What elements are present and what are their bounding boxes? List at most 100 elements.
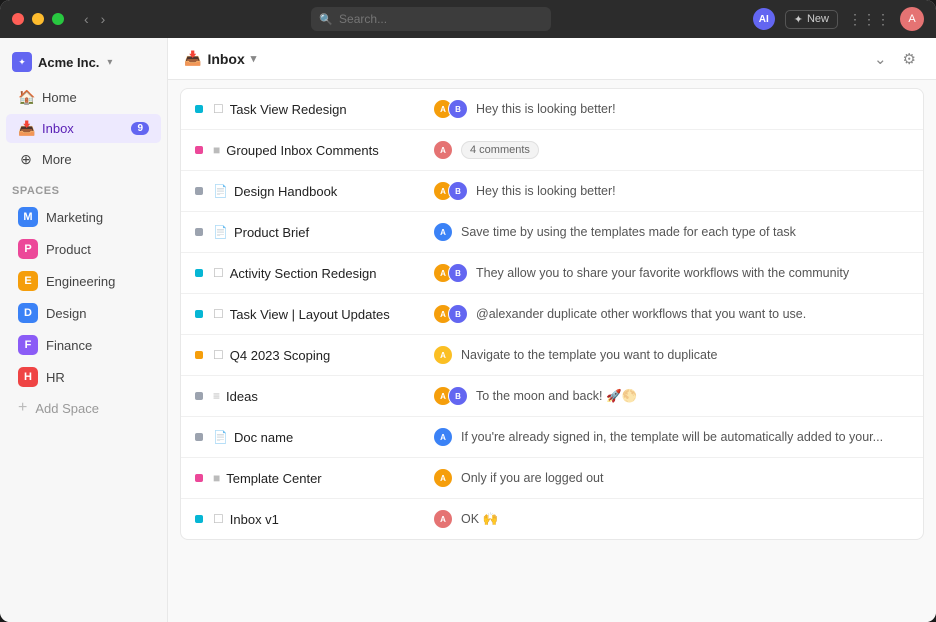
task-icon: ☐	[213, 307, 224, 321]
row-title-text: Template Center	[226, 471, 321, 486]
row-content: A B @alexander duplicate other workflows…	[433, 304, 909, 324]
row-title: ☐ Activity Section Redesign	[213, 266, 433, 281]
avatar: B	[448, 181, 468, 201]
row-message: Only if you are logged out	[461, 471, 603, 485]
space-marketing[interactable]: M Marketing	[6, 202, 161, 232]
sidebar-item-more-label: More	[42, 152, 72, 167]
row-message: Save time by using the templates made fo…	[461, 225, 796, 239]
inbox-header-icon: 📥	[184, 50, 201, 67]
space-dot-product: P	[18, 239, 38, 259]
row-title: 📄 Product Brief	[213, 225, 433, 240]
row-indicator	[195, 187, 203, 195]
user-avatar[interactable]: A	[900, 7, 924, 31]
inbox-header-label: Inbox	[207, 51, 244, 67]
search-container: 🔍	[311, 7, 551, 31]
row-title: ■ Grouped Inbox Comments	[213, 143, 433, 158]
inbox-row-task-view-redesign[interactable]: ☐ Task View Redesign A B Hey this is loo…	[181, 89, 923, 130]
space-hr[interactable]: H HR	[6, 362, 161, 392]
sidebar-item-home[interactable]: 🏠 Home	[6, 83, 161, 112]
space-finance[interactable]: F Finance	[6, 330, 161, 360]
space-product[interactable]: P Product	[6, 234, 161, 264]
comment-badge: 4 comments	[461, 141, 539, 159]
avatar: B	[448, 386, 468, 406]
row-message: Hey this is looking better!	[476, 102, 616, 116]
row-indicator	[195, 351, 203, 359]
row-content: A B They allow you to share your favorit…	[433, 263, 909, 283]
inbox-row-q4-scoping[interactable]: ☐ Q4 2023 Scoping A Navigate to the temp…	[181, 335, 923, 376]
ai-badge[interactable]: AI	[753, 8, 775, 30]
inbox-row-inbox-v1[interactable]: ☐ Inbox v1 A OK 🙌	[181, 499, 923, 539]
traffic-light-close[interactable]	[12, 13, 24, 25]
home-icon: 🏠	[18, 89, 34, 106]
avatars-group: A	[433, 222, 453, 242]
doc-icon: 📄	[213, 430, 228, 444]
space-dot-marketing: M	[18, 207, 38, 227]
row-message: OK 🙌	[461, 512, 498, 527]
sidebar-item-home-label: Home	[42, 90, 77, 105]
sidebar-item-more[interactable]: ⊕ More	[6, 145, 161, 174]
inbox-title[interactable]: 📥 Inbox ▾	[184, 50, 256, 67]
traffic-light-minimize[interactable]	[32, 13, 44, 25]
row-message: Navigate to the template you want to dup…	[461, 348, 717, 362]
row-title: ■ Template Center	[213, 471, 433, 486]
grid-icon[interactable]: ⋮⋮⋮	[848, 11, 890, 28]
inbox-list: ☐ Task View Redesign A B Hey this is loo…	[168, 80, 936, 622]
avatars-group: A B	[433, 181, 468, 201]
space-label-hr: HR	[46, 370, 65, 385]
workspace-selector[interactable]: ✦ Acme Inc. ▾	[0, 48, 167, 82]
avatar: A	[433, 509, 453, 529]
inbox-row-task-view-layout[interactable]: ☐ Task View | Layout Updates A B @alexan…	[181, 294, 923, 335]
space-label-engineering: Engineering	[46, 274, 115, 289]
space-dot-finance: F	[18, 335, 38, 355]
traffic-light-fullscreen[interactable]	[52, 13, 64, 25]
avatar: B	[448, 263, 468, 283]
row-title-text: Activity Section Redesign	[230, 266, 377, 281]
space-label-marketing: Marketing	[46, 210, 103, 225]
content-header: 📥 Inbox ▾ ⌄ ⚙	[168, 38, 936, 80]
task-icon: ■	[213, 143, 220, 157]
row-title-text: Task View | Layout Updates	[230, 307, 390, 322]
row-indicator	[195, 392, 203, 400]
row-title-text: Doc name	[234, 430, 293, 445]
inbox-icon: 📥	[18, 120, 34, 137]
settings-button[interactable]: ⚙	[899, 48, 920, 70]
task-icon: ■	[213, 471, 220, 485]
space-label-design: Design	[46, 306, 86, 321]
row-title-text: Grouped Inbox Comments	[226, 143, 378, 158]
inbox-row-ideas[interactable]: ≡ Ideas A B To the moon and back! 🚀🌕	[181, 376, 923, 417]
header-actions: ⌄ ⚙	[870, 48, 920, 70]
row-title: ≡ Ideas	[213, 389, 433, 404]
inbox-row-doc-name[interactable]: 📄 Doc name A If you're already signed in…	[181, 417, 923, 458]
avatar: A	[433, 427, 453, 447]
inbox-card: ☐ Task View Redesign A B Hey this is loo…	[180, 88, 924, 540]
search-input[interactable]	[311, 7, 551, 31]
space-engineering[interactable]: E Engineering	[6, 266, 161, 296]
titlebar-search-area: 🔍	[117, 7, 744, 31]
inbox-row-grouped-inbox[interactable]: ■ Grouped Inbox Comments A 4 comments	[181, 130, 923, 171]
inbox-row-template-center[interactable]: ■ Template Center A Only if you are logg…	[181, 458, 923, 499]
inbox-row-product-brief[interactable]: 📄 Product Brief A Save time by using the…	[181, 212, 923, 253]
filter-button[interactable]: ⌄	[870, 48, 891, 70]
back-button[interactable]: ‹	[80, 9, 93, 29]
add-space-button[interactable]: + Add Space	[6, 394, 161, 422]
inbox-row-design-handbook[interactable]: 📄 Design Handbook A B Hey this is lookin…	[181, 171, 923, 212]
row-content: A B Hey this is looking better!	[433, 181, 909, 201]
sidebar-item-inbox[interactable]: 📥 Inbox 9	[6, 114, 161, 143]
inbox-row-activity-section[interactable]: ☐ Activity Section Redesign A B They all…	[181, 253, 923, 294]
avatars-group: A B	[433, 386, 468, 406]
row-content: A 4 comments	[433, 140, 909, 160]
row-title-text: Q4 2023 Scoping	[230, 348, 330, 363]
avatars-group: A B	[433, 263, 468, 283]
new-button-label: New	[807, 13, 829, 25]
space-label-finance: Finance	[46, 338, 92, 353]
new-button[interactable]: ✦ New	[785, 10, 838, 29]
row-indicator	[195, 269, 203, 277]
space-design[interactable]: D Design	[6, 298, 161, 328]
forward-button[interactable]: ›	[97, 9, 110, 29]
avatar: A	[433, 222, 453, 242]
row-message: To the moon and back! 🚀🌕	[476, 389, 637, 404]
row-indicator	[195, 228, 203, 236]
inbox-badge: 9	[131, 122, 149, 135]
space-dot-engineering: E	[18, 271, 38, 291]
row-title: ☐ Q4 2023 Scoping	[213, 348, 433, 363]
